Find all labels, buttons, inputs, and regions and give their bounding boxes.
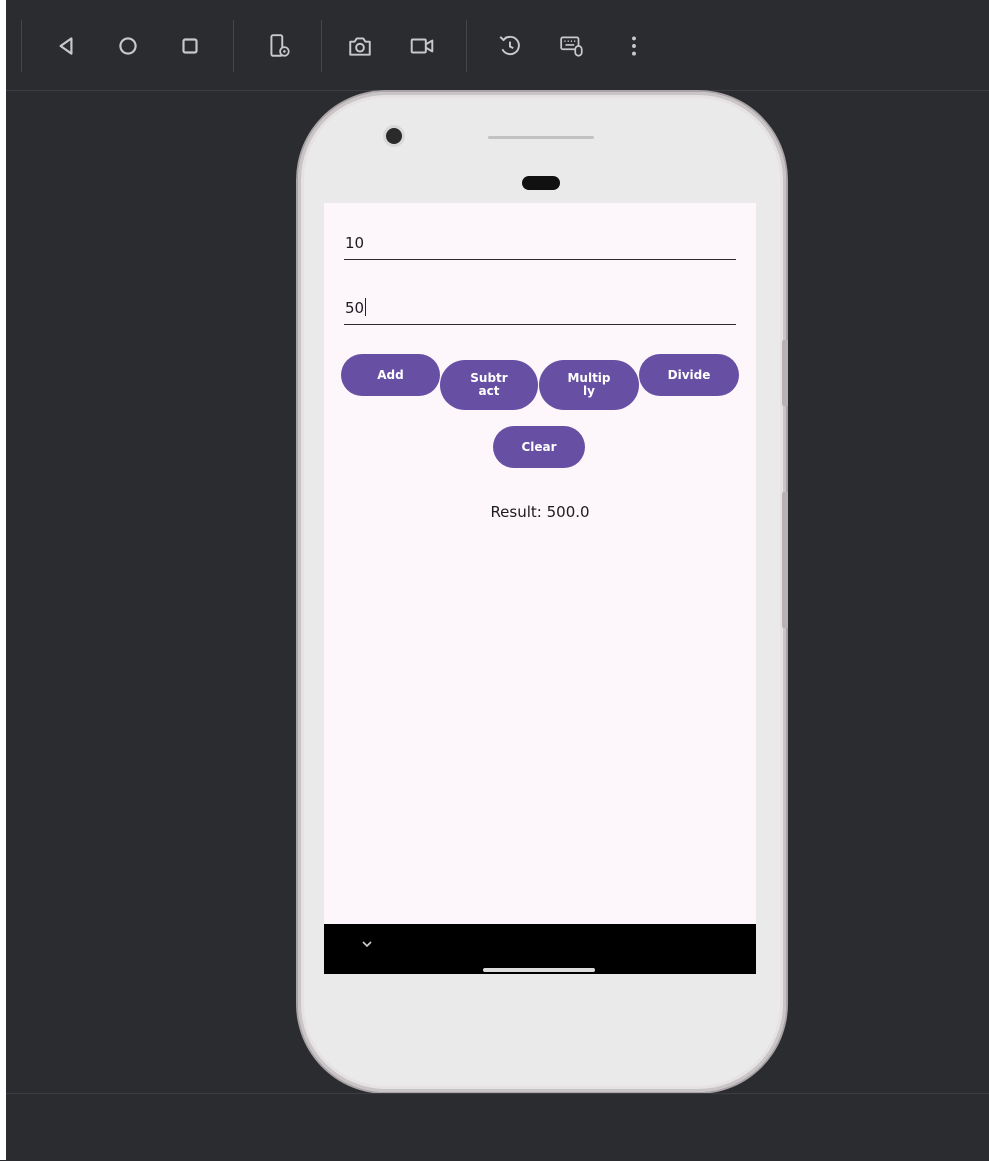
overview-icon [182,38,198,54]
screen-record-button[interactable] [402,24,442,68]
toolbar-separator [21,20,22,72]
overview-button[interactable] [170,24,210,68]
home-icon [119,37,137,55]
multiply-button-label: Multiply [567,371,611,398]
rotate-button[interactable] [490,24,530,68]
chevron-down-icon[interactable] [361,938,373,950]
emulator-toolbar [6,0,989,91]
divide-button-label: Divide [667,367,711,382]
clear-button[interactable]: Clear [493,426,585,468]
power-button [782,340,788,406]
clear-button-label: Clear [521,439,557,454]
back-icon [59,37,73,55]
more-options-button[interactable] [614,24,654,68]
toolbar-separator [321,20,322,72]
divide-button[interactable]: Divide [639,354,739,396]
earpiece-speaker [488,136,594,139]
device-settings-icon [270,34,290,57]
device-settings-button[interactable] [259,24,299,68]
subtract-button[interactable]: Subtract [440,360,538,410]
screenshot-button[interactable] [340,24,380,68]
toolbar-separator [233,20,234,72]
second-number-field[interactable]: 50 [344,291,736,325]
home-button[interactable] [108,24,148,68]
multiply-button[interactable]: Multiply [539,360,639,410]
add-button[interactable]: Add [341,354,440,396]
add-button-label: Add [377,367,404,382]
rotate-icon [499,35,520,56]
subtract-button-label: Subtract [470,371,508,398]
keyboard-mouse-icon [560,36,583,57]
first-number-field[interactable]: 10 [344,226,736,260]
proximity-sensor [522,176,560,190]
front-camera [386,128,402,144]
first-number-value: 10 [345,234,365,252]
home-indicator[interactable] [483,968,595,972]
more-options-icon [632,36,636,56]
emulator-bottom-bar [6,1093,989,1161]
text-cursor [365,298,367,316]
result-text: Result: 500.0 [490,503,590,521]
navigation-bar [324,924,756,974]
keyboard-mouse-button[interactable] [552,24,592,68]
toolbar-separator [466,20,467,72]
second-number-value: 50 [345,299,365,317]
volume-button [782,492,788,628]
back-button[interactable] [46,24,86,68]
screen-record-icon [410,38,434,54]
window-edge [0,0,6,1160]
app-screen: 10 50 Add Subtract Multiply Divide Clear… [324,203,756,974]
screenshot-icon [349,37,371,56]
